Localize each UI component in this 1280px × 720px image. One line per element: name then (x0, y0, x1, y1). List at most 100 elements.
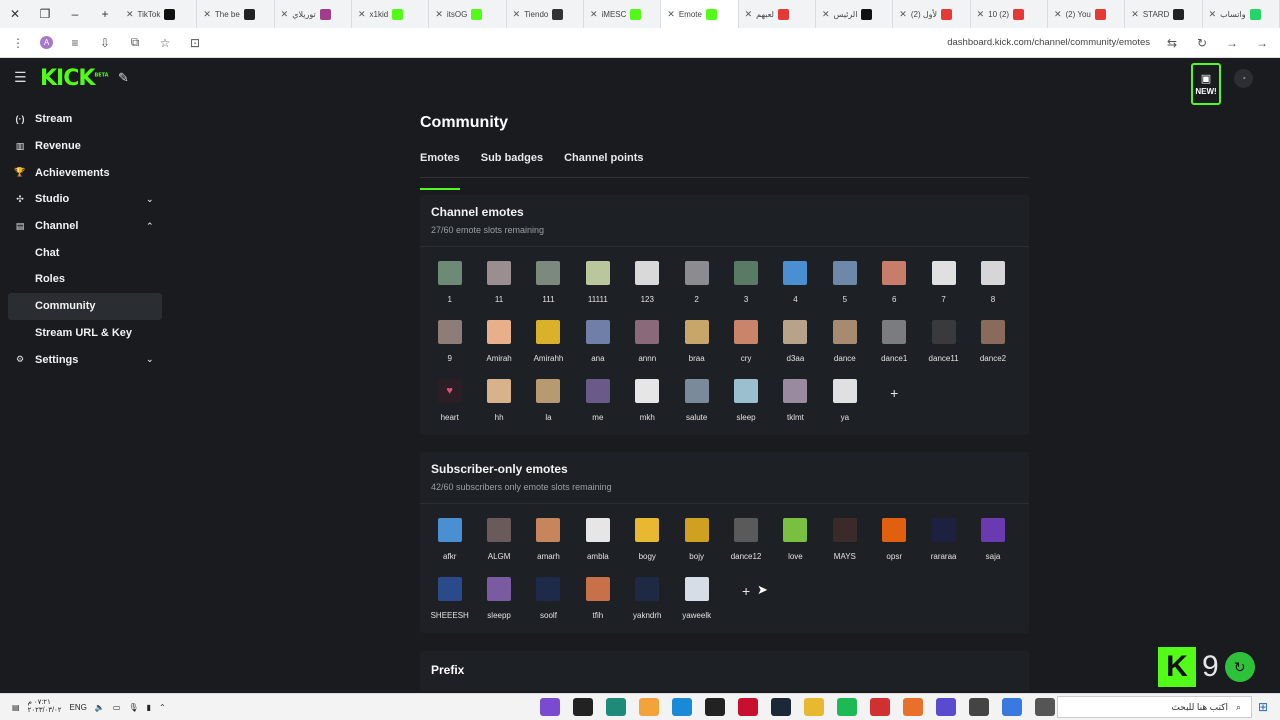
extensions-icon[interactable]: ⧉ (127, 35, 143, 50)
emote-tile[interactable]: sleepp (474, 577, 523, 627)
taskbar-app-icon[interactable] (1035, 698, 1055, 716)
sidebar-item-stream[interactable]: (·) Stream (0, 106, 170, 133)
emote-tile[interactable]: tfih (573, 577, 622, 627)
new-tab-icon[interactable]: + (90, 0, 120, 28)
emote-tile[interactable]: 9 (425, 320, 474, 370)
emote-tile[interactable]: saja (968, 518, 1017, 568)
browser-tab[interactable]: ✕ The be (197, 0, 275, 28)
emote-tile[interactable]: bogy (623, 518, 672, 568)
browser-tab[interactable]: ✕ 10 (2) (971, 0, 1048, 28)
emote-tile[interactable]: me (573, 379, 622, 429)
emote-tile[interactable]: 2 (672, 261, 721, 311)
taskbar-app-icon[interactable] (771, 698, 791, 716)
sidebar-item-achievements[interactable]: 🏆 Achievements (0, 159, 170, 186)
browser-tab[interactable]: ✕ لعبهم (739, 0, 816, 28)
emote-tile[interactable]: 7 (919, 261, 968, 311)
playlist-icon[interactable]: ≡ (67, 36, 83, 50)
emote-tile[interactable]: 3 (721, 261, 770, 311)
hamburger-menu-icon[interactable]: ☰ (14, 70, 28, 84)
emote-tile[interactable]: rararaa (919, 518, 968, 568)
browser-tab[interactable]: ✕ Tiendo (507, 0, 584, 28)
share-icon[interactable]: ⊡ (187, 36, 203, 50)
language-indicator[interactable]: ENG (70, 703, 87, 712)
tray-expand-icon[interactable]: ⌃ (159, 703, 166, 712)
add-emote-button[interactable]: + (870, 379, 919, 429)
taskbar-app-icon[interactable] (969, 698, 989, 716)
emote-tile[interactable]: 4 (771, 261, 820, 311)
profile-avatar[interactable]: A (40, 36, 53, 49)
taskbar-app-icon[interactable] (606, 698, 626, 716)
browser-tab[interactable]: ✕ itsOG (429, 0, 507, 28)
taskbar-app-icon[interactable] (1002, 698, 1022, 716)
sidebar-item-channel[interactable]: ▤ Channel ⌃ (0, 213, 170, 240)
sidebar-subitem-roles[interactable]: Roles (0, 266, 170, 293)
close-tab-icon[interactable]: ✕ (126, 9, 134, 20)
emote-tile[interactable]: tklmt (771, 379, 820, 429)
emote-tile[interactable]: 111 (524, 261, 573, 311)
tab-channel-points[interactable]: Channel points (564, 152, 643, 177)
close-tab-icon[interactable]: ✕ (590, 9, 598, 20)
tab-emotes[interactable]: Emotes (420, 152, 460, 190)
back-icon[interactable]: → (1254, 36, 1270, 50)
emote-tile[interactable]: 6 (870, 261, 919, 311)
chevron-up-icon[interactable]: ⌃ (146, 221, 154, 232)
emote-tile[interactable]: hh (474, 379, 523, 429)
close-window-icon[interactable]: ✕ (0, 0, 30, 28)
close-tab-icon[interactable]: ✕ (745, 9, 753, 20)
windows-start-icon[interactable]: ⊞ (1258, 700, 1268, 714)
taskbar-app-icon[interactable] (804, 698, 824, 716)
emote-tile[interactable]: cry (721, 320, 770, 370)
emote-tile[interactable]: opsr (870, 518, 919, 568)
user-avatar[interactable]: ◔ (1234, 69, 1253, 88)
taskbar-app-icon[interactable] (837, 698, 857, 716)
menu-dots-icon[interactable]: ⋮ (10, 36, 26, 50)
microphone-icon[interactable]: 🎙 (128, 703, 138, 712)
emote-tile[interactable]: sleep (721, 379, 770, 429)
emote-tile[interactable]: soolf (524, 577, 573, 627)
close-tab-icon[interactable]: ✕ (822, 9, 830, 20)
sidebar-item-studio[interactable]: ✣ Studio ⌄ (0, 186, 170, 213)
emote-tile[interactable]: dance (820, 320, 869, 370)
taskbar-app-icon[interactable] (573, 698, 593, 716)
close-tab-icon[interactable]: ✕ (203, 9, 211, 20)
browser-tab[interactable]: ✕ Emote (661, 0, 739, 28)
browser-tab[interactable]: ✕ STARD (1125, 0, 1203, 28)
emote-tile[interactable]: love (771, 518, 820, 568)
emote-tile[interactable]: mkh (623, 379, 672, 429)
emote-tile[interactable]: yaweelk (672, 577, 721, 627)
emote-tile[interactable]: MAYS (820, 518, 869, 568)
clock[interactable]: ٠٧:٢١ م ٢٠٢٣/٠٣/٠٢ (28, 699, 62, 715)
minimize-window-icon[interactable]: – (60, 0, 90, 28)
emote-tile[interactable]: annn (623, 320, 672, 370)
taskbar-app-icon[interactable] (936, 698, 956, 716)
taskbar-search[interactable]: اكتب هنا للبحث ⌕ (1057, 696, 1252, 718)
emote-tile[interactable]: ambla (573, 518, 622, 568)
emote-tile[interactable]: d3aa (771, 320, 820, 370)
taskbar-app-icon[interactable] (639, 698, 659, 716)
download-icon[interactable]: ⇩ (97, 36, 113, 50)
network-icon[interactable]: ▭ (113, 703, 121, 712)
tab-sub-badges[interactable]: Sub badges (481, 152, 543, 177)
restore-window-icon[interactable]: ❐ (30, 0, 60, 28)
emote-tile[interactable]: salute (672, 379, 721, 429)
kick-logo[interactable]: KICKBETA (40, 66, 109, 91)
close-tab-icon[interactable]: ✕ (1054, 9, 1062, 20)
emote-tile[interactable]: dance2 (968, 320, 1017, 370)
close-tab-icon[interactable]: ✕ (513, 9, 521, 20)
emote-tile[interactable]: ya (820, 379, 869, 429)
browser-tab[interactable]: ✕ الرئيس (816, 0, 894, 28)
close-tab-icon[interactable]: ✕ (899, 9, 907, 20)
reload-icon[interactable]: ↻ (1194, 36, 1210, 50)
close-tab-icon[interactable]: ✕ (358, 9, 366, 20)
browser-tab[interactable]: ✕ TikTok (120, 0, 198, 28)
site-settings-icon[interactable]: ⇆ (1164, 36, 1180, 50)
emote-tile[interactable]: afkr (425, 518, 474, 568)
close-tab-icon[interactable]: ✕ (1131, 9, 1139, 20)
emote-tile[interactable]: braa (672, 320, 721, 370)
browser-tab[interactable]: ✕ iMESC (584, 0, 662, 28)
emote-tile[interactable]: ALGM (474, 518, 523, 568)
close-tab-icon[interactable]: ✕ (1209, 9, 1217, 20)
emote-tile[interactable]: 8 (968, 261, 1017, 311)
notifications-icon[interactable]: ▤ (12, 703, 20, 712)
taskbar-app-icon[interactable] (672, 698, 692, 716)
